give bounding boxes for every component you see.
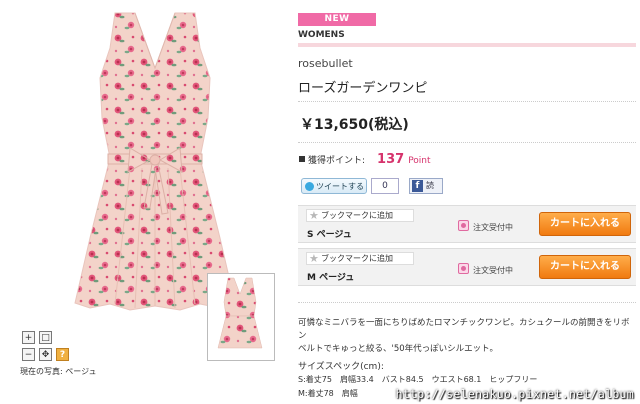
size-row-s: ★ ブックマークに追加 S ページュ 注文受付中 カートに入れる	[298, 205, 636, 243]
order-status: 注文受付中	[458, 263, 513, 276]
watermark-url: http://selenakuo.pixnet.net/album	[395, 387, 634, 401]
tweet-button[interactable]: ツイートする	[301, 178, 367, 194]
specs-line: S:着丈75 肩幅33.4 バスト84.5 ウエスト68.1 ヒップフリー	[298, 375, 538, 384]
product-price: ￥13,650(税込)	[300, 117, 409, 133]
status-label: 注文受付中	[473, 223, 513, 232]
add-to-cart-button[interactable]: カートに入れる	[539, 255, 631, 279]
fit-screen-icon[interactable]: □	[39, 331, 52, 344]
bookmark-label: ブックマークに追加	[321, 211, 393, 220]
facebook-label: 読	[426, 181, 434, 190]
size-row-m: ★ ブックマークに追加 M ページュ 注文受付中 カートに入れる	[298, 248, 636, 286]
order-status: 注文受付中	[458, 220, 513, 233]
tweet-count: 0	[371, 178, 399, 194]
current-photo-label: 現在の写真: ページュ	[20, 367, 97, 376]
divider	[298, 101, 636, 102]
bookmark-button[interactable]: ★ ブックマークに追加	[306, 252, 414, 265]
zoom-in-icon[interactable]: +	[22, 331, 35, 344]
status-icon	[458, 220, 469, 231]
thumbnail-image[interactable]	[207, 273, 275, 361]
size-label: S ページュ	[307, 230, 352, 240]
add-to-cart-button[interactable]: カートに入れる	[539, 212, 631, 236]
bookmark-label: ブックマークに追加	[321, 254, 393, 263]
tweet-label: ツイートする	[316, 182, 364, 191]
help-icon[interactable]: ?	[56, 348, 69, 361]
facebook-button[interactable]: f 読	[409, 178, 443, 194]
status-icon	[458, 263, 469, 274]
twitter-bird-icon	[305, 182, 314, 191]
points-label: 獲得ポイント:	[308, 156, 366, 166]
description-line: ベルトでキゅっと絞る、'50年代っぽいシルエット。	[298, 344, 498, 354]
product-description: 可憐なミニバラを一面にちりばめたロマンチックワンピ。カシュクールの前開きをリボン…	[298, 317, 636, 356]
points-value: 137	[377, 152, 405, 167]
specs-title: サイズスペック(cm):	[298, 362, 384, 372]
specs-line: M:着丈78 肩幅	[298, 389, 358, 398]
points-info: 獲得ポイント: 137 Point	[299, 152, 431, 167]
product-title: ローズガーデンワンピ	[298, 81, 428, 96]
new-badge: NEW	[298, 13, 376, 26]
zoom-out-icon[interactable]: −	[22, 348, 35, 361]
size-label: M ページュ	[307, 273, 355, 283]
star-icon: ★	[309, 209, 319, 222]
facebook-icon: f	[412, 180, 423, 192]
divider	[298, 142, 636, 143]
status-label: 注文受付中	[473, 266, 513, 275]
category-label: WOMENS	[298, 30, 345, 40]
star-icon: ★	[309, 252, 319, 265]
move-icon[interactable]: ✥	[39, 348, 52, 361]
category-divider	[298, 43, 636, 47]
bullet-icon	[299, 156, 305, 162]
points-unit: Point	[408, 156, 431, 166]
brand-name[interactable]: rosebullet	[298, 57, 353, 70]
bookmark-button[interactable]: ★ ブックマークに追加	[306, 209, 414, 222]
thumbnail-dress	[217, 277, 263, 349]
description-line: 可憐なミニバラを一面にちりばめたロマンチックワンピ。カシュクールの前開きをリボン	[298, 318, 630, 341]
divider	[298, 302, 636, 303]
